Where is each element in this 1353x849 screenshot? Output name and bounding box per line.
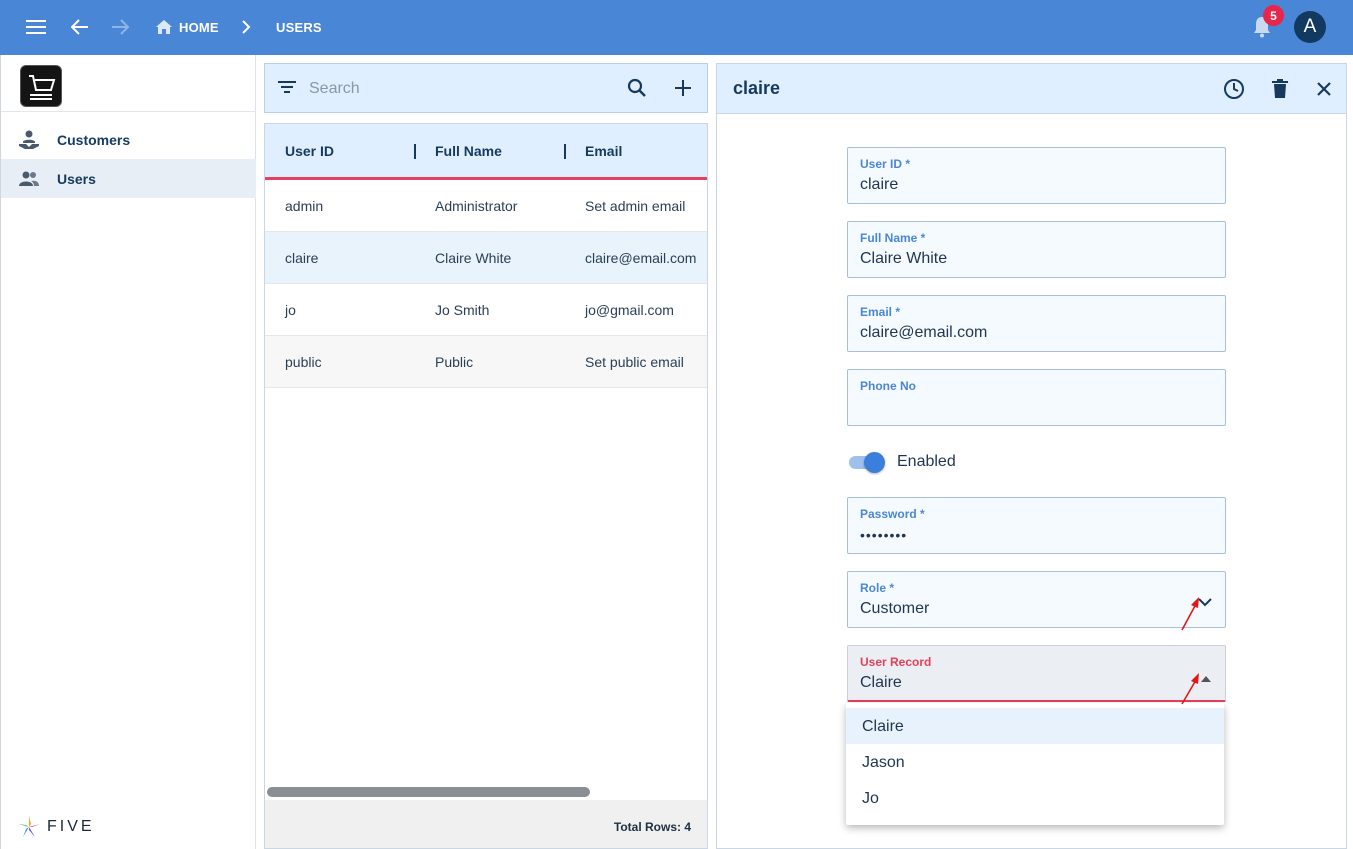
cell-user-id: jo (285, 302, 296, 318)
forward-arrow-icon[interactable] (107, 14, 133, 40)
full-name-label: Full Name * (860, 231, 926, 245)
cell-email: jo@gmail.com (585, 302, 674, 318)
customers-icon (18, 129, 40, 151)
top-bar: HOME USERS 5 A (0, 0, 1353, 55)
option-label: Jo (862, 790, 879, 807)
search-bar (264, 63, 708, 113)
enabled-toggle[interactable] (847, 451, 887, 473)
breadcrumb-users[interactable]: USERS (276, 20, 322, 35)
cell-full-name: Administrator (435, 198, 518, 214)
cell-email: Set admin email (585, 198, 686, 214)
column-header-email[interactable]: Email (585, 143, 622, 159)
user-record-dropdown: Claire Jason Jo (846, 703, 1224, 825)
dropdown-option-jason[interactable]: Jason (846, 744, 1224, 780)
back-arrow-icon[interactable] (67, 14, 93, 40)
form-header: claire (717, 64, 1346, 114)
role-label: Role * (860, 581, 895, 595)
cell-user-id: public (285, 354, 322, 370)
user-id-value: claire (860, 176, 899, 193)
column-resizer[interactable] (414, 144, 416, 159)
notification-badge[interactable]: 5 (1263, 5, 1284, 26)
table-row[interactable]: public Public Set public email (265, 336, 707, 388)
search-input[interactable] (309, 77, 609, 101)
cell-full-name: Jo Smith (435, 302, 490, 318)
email-label: Email * (860, 305, 901, 319)
full-name-value: Claire White (860, 250, 948, 267)
sidebar-item-label: Users (57, 170, 96, 187)
filter-icon[interactable] (278, 80, 296, 99)
password-value: •••••••• (860, 527, 908, 543)
phone-label: Phone No (860, 379, 916, 393)
five-logo: FIVE (17, 815, 95, 839)
full-name-field[interactable]: Full Name * Claire White (847, 221, 1226, 278)
annotation-arrow-icon (1181, 673, 1199, 705)
user-record-label: User Record (860, 655, 932, 669)
password-field[interactable]: Password * •••••••• (847, 497, 1226, 554)
five-brand-text: FIVE (47, 818, 95, 835)
phone-field[interactable]: Phone No (847, 369, 1226, 426)
enabled-label: Enabled (897, 453, 956, 470)
sidebar-divider (1, 111, 256, 112)
chevron-right-icon (233, 14, 259, 40)
cell-user-id: admin (285, 198, 324, 214)
avatar[interactable]: A (1294, 11, 1326, 43)
cell-user-id: claire (285, 250, 319, 266)
password-label: Password * (860, 507, 925, 521)
list-footer: Total Rows: 4 (265, 800, 707, 848)
cell-email: claire@email.com (585, 250, 697, 266)
table-row[interactable]: jo Jo Smith jo@gmail.com (265, 284, 707, 336)
user-id-label: User ID * (860, 157, 911, 171)
cell-full-name: Claire White (435, 250, 512, 266)
home-icon[interactable] (151, 14, 177, 40)
user-id-field[interactable]: User ID * claire (847, 147, 1226, 204)
horizontal-scrollbar[interactable] (267, 787, 590, 797)
close-icon[interactable] (1311, 76, 1337, 102)
column-header-user-id[interactable]: User ID (285, 143, 334, 159)
cell-full-name: Public (435, 354, 474, 370)
menu-icon[interactable] (23, 14, 49, 40)
role-value: Customer (860, 600, 930, 617)
app-logo (20, 65, 62, 107)
option-label: Jason (862, 754, 905, 771)
sidebar-item-users[interactable]: Users (1, 159, 256, 198)
add-icon[interactable] (674, 79, 692, 102)
history-icon[interactable] (1221, 76, 1247, 102)
breadcrumb-home[interactable]: HOME (179, 20, 219, 35)
users-list: User ID Full Name Email admin Administra… (264, 123, 708, 849)
users-icon (18, 168, 40, 190)
search-icon[interactable] (627, 78, 647, 103)
role-select[interactable]: Role * Customer (847, 571, 1226, 628)
cell-email: Set public email (585, 354, 684, 370)
list-header: User ID Full Name Email (265, 124, 707, 180)
table-row-selected[interactable]: claire Claire White claire@email.com (265, 232, 707, 284)
sidebar-item-customers[interactable]: Customers (1, 120, 256, 159)
user-record-value: Claire (860, 674, 902, 691)
dropdown-option-jo[interactable]: Jo (846, 780, 1224, 816)
dropdown-option-claire[interactable]: Claire (846, 708, 1224, 744)
sidebar: Customers Users FIVE (0, 55, 256, 849)
five-star-icon (18, 816, 40, 837)
column-header-full-name[interactable]: Full Name (435, 143, 502, 159)
user-record-select[interactable]: User Record Claire (847, 645, 1226, 702)
form-title: claire (733, 78, 781, 98)
sidebar-item-label: Customers (57, 131, 131, 148)
table-row[interactable]: admin Administrator Set admin email (265, 180, 707, 232)
annotation-arrow-icon (1181, 597, 1199, 631)
column-resizer[interactable] (564, 144, 566, 159)
option-label: Claire (862, 718, 904, 735)
toggle-knob (864, 452, 885, 473)
total-rows: Total Rows: 4 (613, 820, 691, 834)
email-value: claire@email.com (860, 324, 988, 341)
trash-icon[interactable] (1267, 76, 1293, 102)
email-field[interactable]: Email * claire@email.com (847, 295, 1226, 352)
